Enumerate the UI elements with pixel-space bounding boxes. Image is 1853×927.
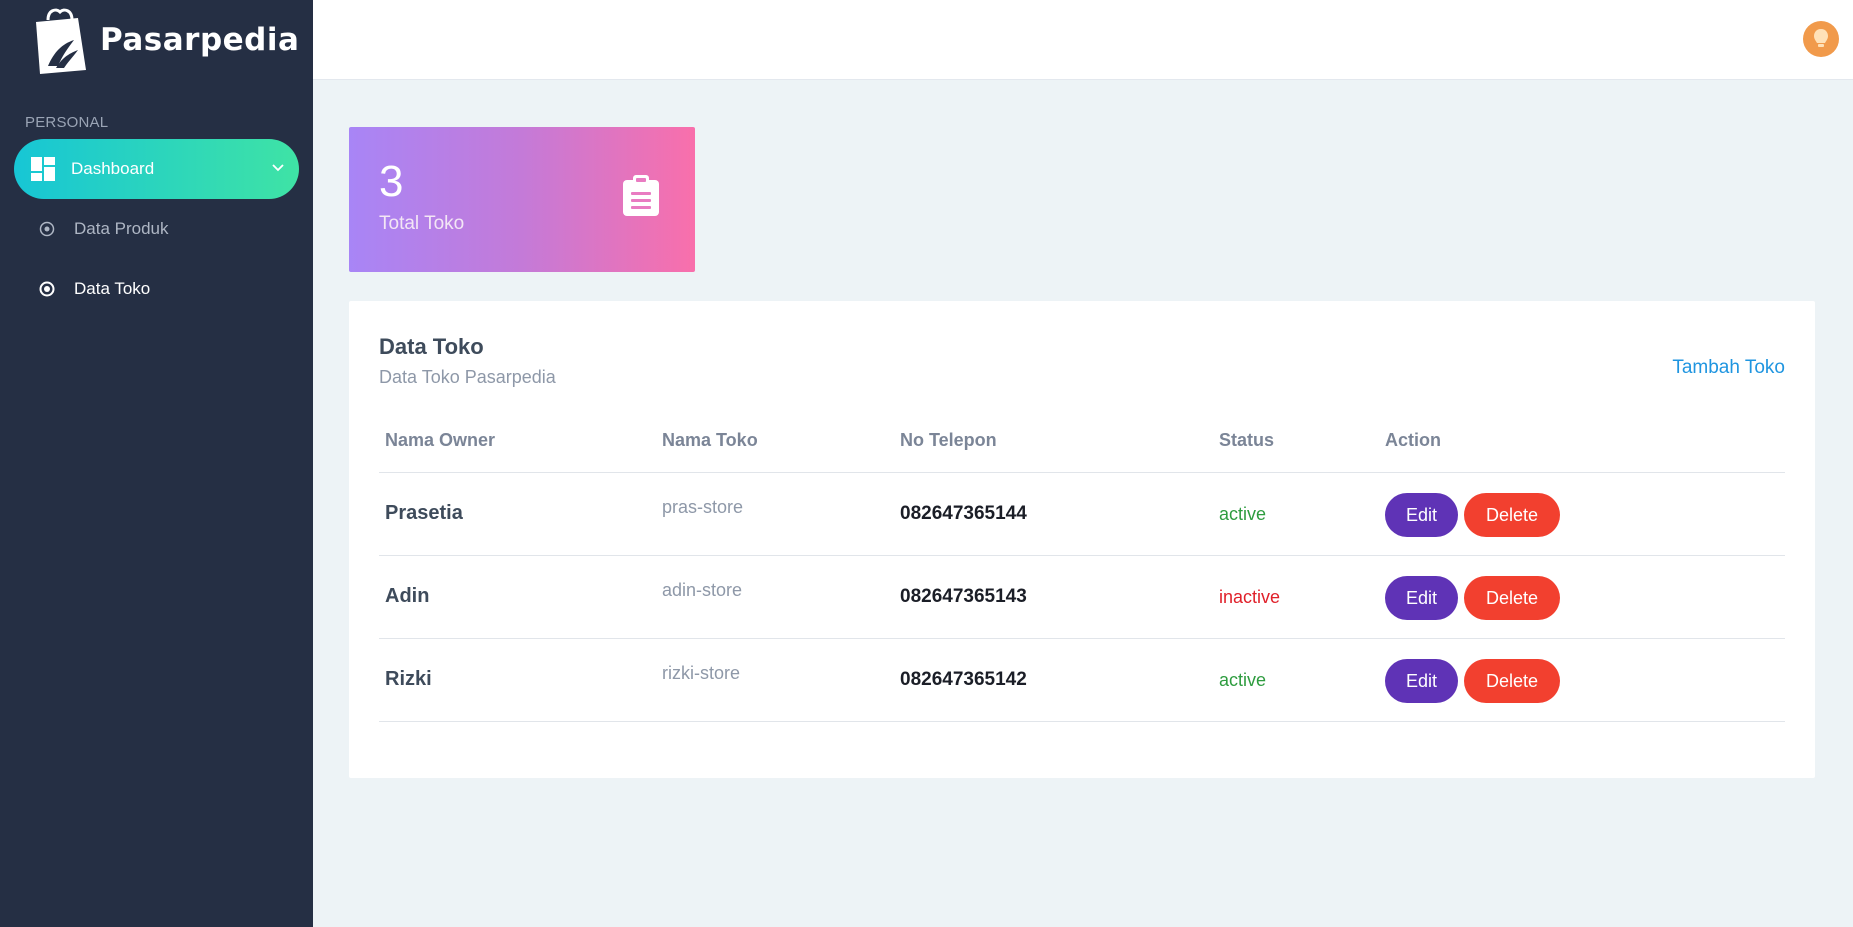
table-row: Prasetia pras-store 082647365144 active … — [379, 473, 1785, 556]
store-name: rizki-store — [662, 663, 741, 683]
column-header: No Telepon — [900, 430, 997, 450]
sidebar-item-label: Data Produk — [74, 219, 169, 238]
owner-name: Rizki — [385, 668, 432, 690]
sidebar-item-dashboard[interactable]: Dashboard — [14, 139, 299, 199]
sidebar-item-label: Data Toko — [74, 279, 151, 298]
edit-button[interactable]: Edit — [1385, 659, 1458, 703]
topbar — [313, 0, 1853, 80]
phone-number: 082647365142 — [900, 669, 1027, 690]
phone-number: 082647365144 — [900, 503, 1027, 524]
sidebar-section-label: PERSONAL — [25, 114, 109, 131]
sidebar-item-label: Dashboard — [71, 159, 155, 178]
card-title: Data Toko — [379, 334, 484, 359]
total-toko-card: 3 Total Toko — [349, 127, 695, 272]
phone-number: 082647365143 — [900, 586, 1027, 607]
owner-name: Adin — [385, 585, 430, 607]
brand[interactable]: Pasarpedia — [0, 0, 313, 80]
delete-button[interactable]: Delete — [1464, 493, 1560, 537]
total-toko-value: 3 — [379, 157, 404, 206]
row-actions: Edit Delete — [1385, 576, 1560, 620]
brand-name: Pasarpedia — [100, 22, 300, 58]
table-row: Rizki rizki-store 082647365142 active Ed… — [379, 639, 1785, 722]
radio-dot-icon — [39, 281, 55, 297]
tambah-toko-link[interactable]: Tambah Toko — [1672, 357, 1785, 379]
column-header: Nama Toko — [662, 430, 758, 450]
delete-button[interactable]: Delete — [1464, 659, 1560, 703]
table-header-row: Nama Owner Nama Toko No Telepon Status A… — [379, 409, 1785, 473]
column-header: Status — [1219, 430, 1275, 450]
status-label: active — [1219, 504, 1267, 524]
store-name: pras-store — [662, 497, 744, 517]
data-toko-table: Nama Owner Nama Toko No Telepon Status A… — [379, 409, 1785, 722]
edit-button[interactable]: Edit — [1385, 576, 1458, 620]
delete-button[interactable]: Delete — [1464, 576, 1560, 620]
sidebar-item-data-toko[interactable]: Data Toko — [0, 259, 313, 319]
data-toko-card: Data Toko Data Toko Pasarpedia Tambah To… — [349, 301, 1815, 778]
dashboard-icon — [31, 157, 55, 181]
sidebar: Pasarpedia PERSONAL Dashboard Data Produ… — [0, 0, 313, 927]
radio-dot-icon — [39, 221, 55, 237]
owner-name: Prasetia — [385, 502, 463, 524]
chevron-down-icon[interactable] — [271, 161, 285, 175]
edit-button[interactable]: Edit — [1385, 493, 1458, 537]
clipboard-icon — [623, 175, 659, 216]
column-header: Nama Owner — [385, 430, 496, 450]
row-actions: Edit Delete — [1385, 659, 1560, 703]
status-label: active — [1219, 670, 1267, 690]
store-name: adin-store — [662, 580, 743, 600]
row-actions: Edit Delete — [1385, 493, 1560, 537]
sidebar-item-data-produk[interactable]: Data Produk — [0, 199, 313, 259]
shopping-bag-logo-icon — [36, 8, 86, 74]
card-subtitle: Data Toko Pasarpedia — [379, 367, 556, 387]
lightbulb-icon — [1814, 29, 1828, 47]
status-label: inactive — [1219, 587, 1281, 607]
table-row: Adin adin-store 082647365143 inactive Ed… — [379, 556, 1785, 639]
column-header: Action — [1385, 430, 1441, 450]
total-toko-caption: Total Toko — [379, 213, 465, 234]
user-avatar[interactable] — [1803, 21, 1839, 57]
